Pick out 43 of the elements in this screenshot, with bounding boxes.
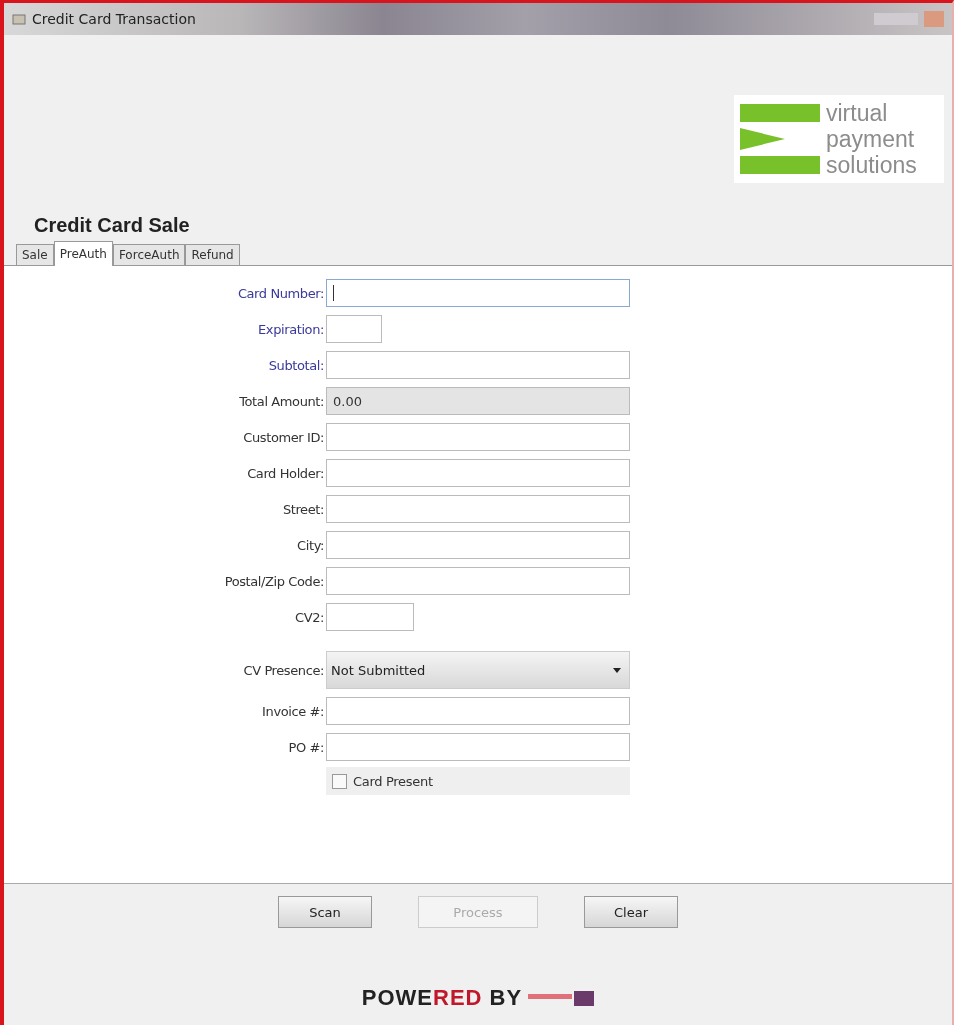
input-field[interactable] — [326, 603, 414, 631]
field-label: Card Number: — [236, 285, 325, 301]
field-label: Subtotal: — [267, 357, 325, 373]
window-controls-icon[interactable] — [874, 11, 944, 27]
field-label: Customer ID: — [242, 429, 325, 445]
input-field[interactable] — [326, 531, 630, 559]
field-label: City: — [296, 537, 325, 553]
input-field[interactable] — [326, 733, 630, 761]
form-heading: Credit Card Sale — [33, 214, 191, 238]
dropdown[interactable]: Not Submitted — [326, 651, 630, 689]
input-field[interactable] — [326, 459, 630, 487]
card-present-checkbox[interactable]: Card Present — [326, 767, 630, 795]
input-field[interactable] — [326, 279, 630, 307]
field-label: Street: — [281, 501, 325, 517]
brand-logo-icon — [528, 990, 595, 1006]
input-field[interactable] — [326, 351, 630, 379]
input-field[interactable] — [326, 567, 630, 595]
input-field[interactable] — [326, 423, 630, 451]
tab[interactable]: Refund — [185, 244, 240, 265]
powered-by-text: POWERED BY — [361, 985, 523, 1011]
field-label: Invoice #: — [261, 703, 325, 719]
field-label: CV Presence: — [242, 662, 325, 678]
chevron-icon — [740, 104, 820, 174]
action-button[interactable]: Scan — [278, 896, 372, 928]
field-label: Total Amount: — [238, 393, 325, 409]
window-title: Credit Card Transaction — [32, 11, 196, 27]
checkbox-icon[interactable] — [332, 773, 347, 789]
tab[interactable]: Sale — [16, 244, 54, 265]
app-icon — [12, 12, 26, 26]
field-label: PO #: — [287, 739, 325, 755]
company-logo: virtual payment solutions — [734, 95, 944, 183]
input-field[interactable] — [326, 495, 630, 523]
input-field[interactable] — [326, 315, 382, 343]
field-label: Card Holder: — [246, 465, 325, 481]
tab[interactable]: PreAuth — [53, 241, 113, 266]
caret-icon — [613, 667, 621, 673]
field-label: Expiration: — [257, 321, 325, 337]
tab[interactable]: ForceAuth — [112, 244, 186, 265]
action-button[interactable]: Clear — [584, 896, 678, 928]
input-field[interactable] — [326, 697, 630, 725]
field-label: CV2: — [293, 609, 325, 625]
checkbox-label: Card Present — [353, 773, 433, 789]
field-label: Postal/Zip Code: — [223, 573, 325, 589]
